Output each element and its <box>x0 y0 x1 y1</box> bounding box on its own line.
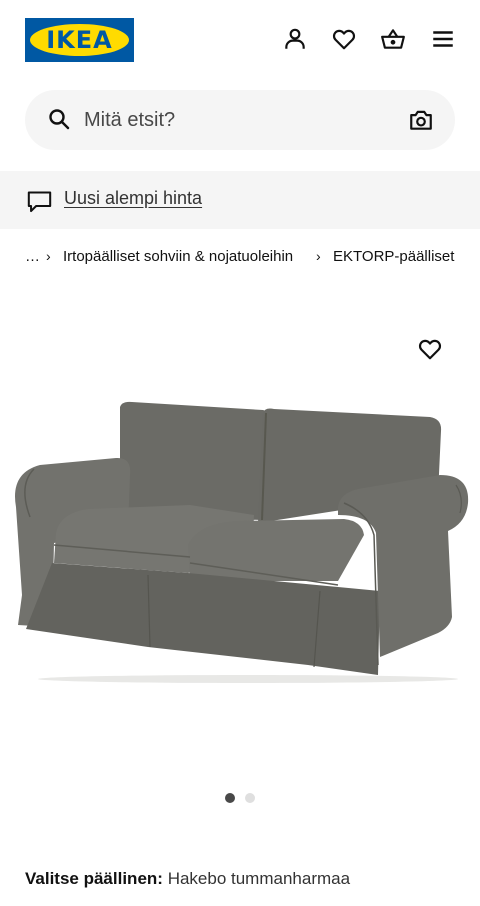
search-bar[interactable]: Mitä etsit? <box>25 90 455 150</box>
breadcrumb-ellipsis[interactable]: … <box>25 248 40 265</box>
promo-banner: Uusi alempi hinta <box>0 171 480 229</box>
new-lower-price-link[interactable]: Uusi alempi hinta <box>64 188 202 209</box>
breadcrumb-item-ektorp[interactable]: EKTORP-päälliset <box>333 248 454 265</box>
chevron-right-icon: › <box>316 248 321 264</box>
account-icon[interactable] <box>282 26 308 52</box>
menu-icon[interactable] <box>430 26 456 52</box>
cover-selection[interactable]: Valitse päällinen: Hakebo tummanharmaa <box>25 869 350 889</box>
breadcrumb-item-slipcovers[interactable]: Irtopäälliset sohviin & nojatuoleihin <box>63 248 293 265</box>
carousel-dot[interactable] <box>245 793 255 803</box>
product-image-sofa[interactable] <box>8 395 472 685</box>
search-icon <box>47 107 71 131</box>
cover-selection-value: Hakebo tummanharmaa <box>167 869 351 888</box>
shopping-basket-icon[interactable] <box>380 26 406 52</box>
chat-bubble-icon <box>26 188 53 215</box>
cover-selection-label: Valitse päällinen: <box>25 869 163 888</box>
camera-search-icon[interactable] <box>408 107 434 133</box>
carousel-dot-active[interactable] <box>225 793 235 803</box>
site-header: IKEA <box>0 0 480 80</box>
search-input[interactable]: Mitä etsit? <box>84 109 175 132</box>
add-to-favorites-heart-icon[interactable] <box>417 336 443 362</box>
logo-text: IKEA <box>46 26 113 54</box>
wishlist-heart-icon[interactable] <box>331 26 357 52</box>
chevron-right-icon: › <box>46 248 51 264</box>
ikea-logo[interactable]: IKEA <box>25 18 134 62</box>
